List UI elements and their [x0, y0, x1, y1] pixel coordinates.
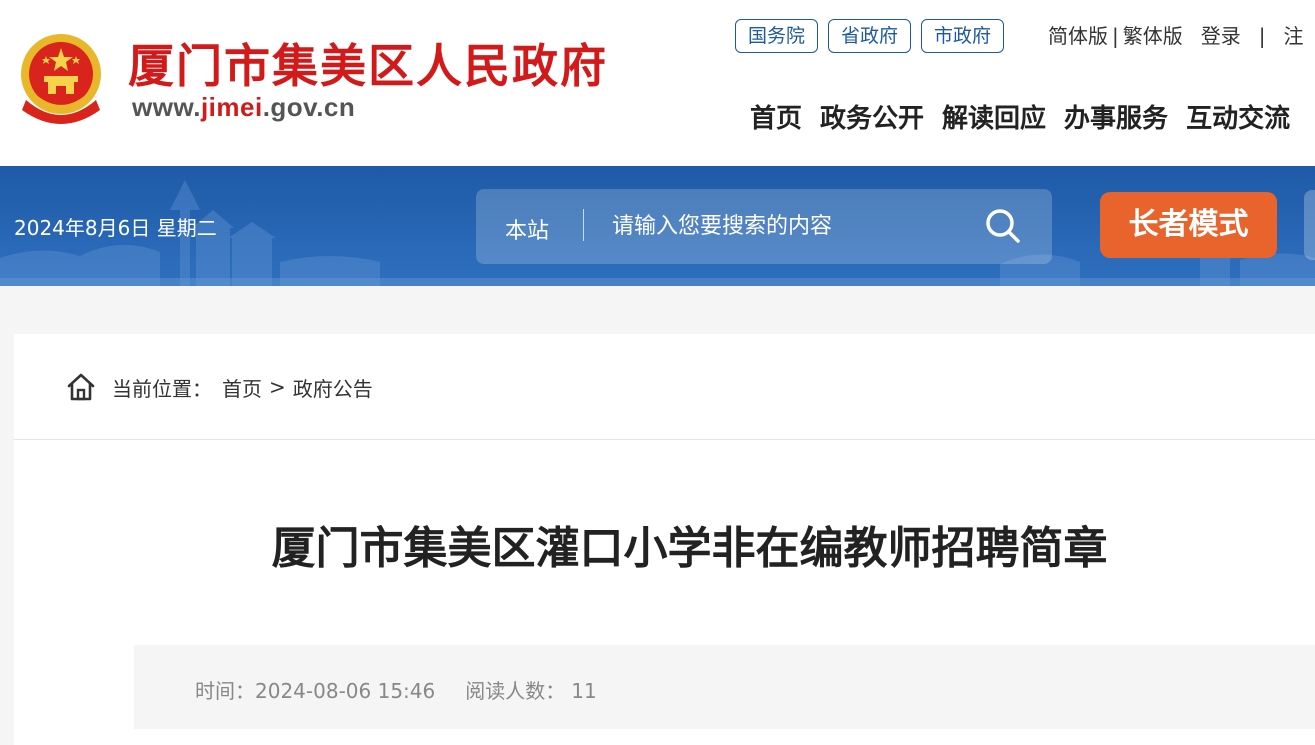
nav-services[interactable]: 办事服务: [1064, 98, 1168, 135]
nav-home[interactable]: 首页: [750, 98, 802, 135]
home-icon[interactable]: [66, 372, 96, 402]
article-title: 厦门市集美区灌口小学非在编教师招聘简章: [271, 523, 1108, 574]
breadcrumb-arrow: >: [269, 375, 286, 399]
gov-link-state-council[interactable]: 国务院: [735, 19, 819, 53]
search-icon[interactable]: [984, 207, 1022, 245]
search-input[interactable]: [612, 206, 972, 246]
link-separator: |: [1112, 24, 1119, 48]
login-link[interactable]: 登录: [1201, 24, 1241, 48]
breadcrumb-label: 当前位置：: [112, 376, 212, 401]
banner-edge-panel: [1304, 190, 1315, 260]
search-box: 本站: [476, 189, 1052, 264]
article-meta: 时间：2024-08-06 15:46 阅读人数： 11: [134, 645, 1315, 729]
breadcrumb-home[interactable]: 首页: [222, 373, 262, 402]
site-name[interactable]: 厦门市集美区人民政府: [128, 30, 608, 96]
search-scope[interactable]: 本站: [505, 213, 549, 245]
reads-value: 11: [571, 679, 597, 703]
url-suffix: .gov.cn: [262, 92, 356, 122]
breadcrumb: 当前位置： 首页 > 政府公告: [66, 372, 373, 402]
traditional-link[interactable]: 繁体版: [1123, 24, 1183, 48]
nav-interaction[interactable]: 互动交流: [1186, 98, 1290, 135]
breadcrumb-current[interactable]: 政府公告: [293, 373, 373, 402]
nav-interpretation[interactable]: 解读回应: [942, 98, 1046, 135]
search-divider: [583, 209, 584, 241]
nav-gov-affairs[interactable]: 政务公开: [820, 98, 924, 135]
link-separator-2: |: [1258, 24, 1266, 48]
site-header: 厦门市集美区人民政府 www.jimei.gov.cn 国务院 省政府 市政府 …: [0, 0, 1315, 166]
breadcrumb-divider: [14, 439, 1315, 440]
time-value: 2024-08-06 15:46: [255, 679, 436, 703]
current-date: 2024年8月6日 星期二: [14, 216, 217, 240]
url-prefix: www.: [132, 92, 201, 122]
main-nav: 首页 政务公开 解读回应 办事服务 互动交流: [750, 98, 1290, 135]
simplified-link[interactable]: 简体版: [1048, 24, 1108, 48]
top-links: 简体版 | 繁体版 登录 | 注: [1048, 22, 1304, 50]
url-highlight: jimei: [200, 92, 263, 122]
time-label: 时间：: [195, 679, 255, 703]
meta-text: 时间：2024-08-06 15:46 阅读人数： 11: [195, 675, 597, 704]
register-link[interactable]: 注: [1284, 24, 1304, 48]
site-url[interactable]: www.jimei.gov.cn: [132, 92, 355, 123]
national-emblem-icon[interactable]: [16, 30, 106, 126]
elder-mode-button[interactable]: 长者模式: [1100, 192, 1277, 258]
article-container: 当前位置： 首页 > 政府公告 厦门市集美区灌口小学非在编教师招聘简章 时间：2…: [14, 334, 1315, 745]
gov-links: 国务院 省政府 市政府: [735, 19, 1005, 53]
reads-label: 阅读人数：: [465, 679, 566, 703]
gov-link-city[interactable]: 市政府: [921, 19, 1005, 53]
search-banner: 2024年8月6日 星期二 本站 长者模式: [0, 166, 1315, 286]
gov-link-province[interactable]: 省政府: [828, 19, 912, 53]
